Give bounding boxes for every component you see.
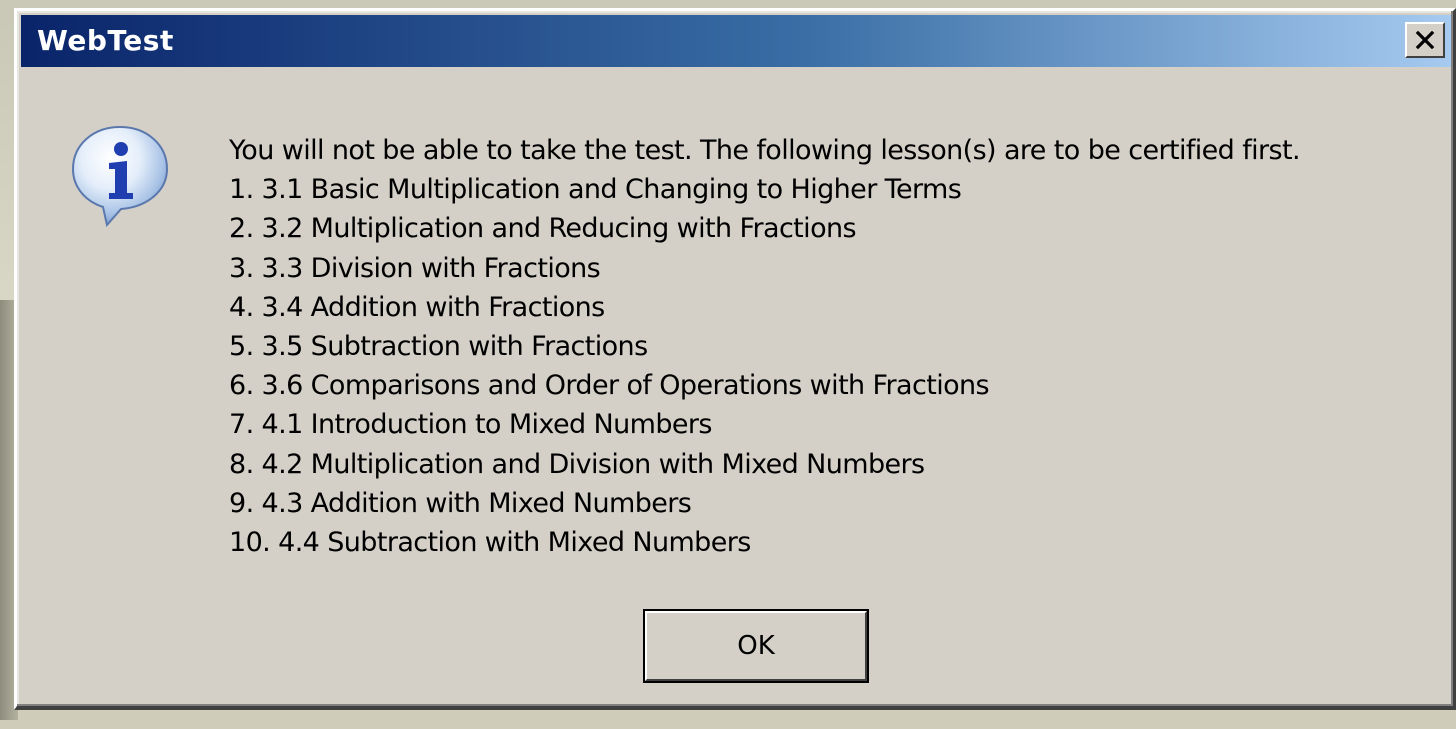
title-bar[interactable]: WebTest: [21, 15, 1451, 67]
ok-button[interactable]: OK: [643, 609, 869, 683]
info-icon: [71, 125, 169, 228]
lesson-item: 5. 3.5 Subtraction with Fractions: [229, 331, 648, 363]
lesson-item: 6. 3.6 Comparisons and Order of Operatio…: [229, 370, 990, 402]
lesson-item: 1. 3.1 Basic Multiplication and Changing…: [229, 174, 962, 206]
lesson-item: 10. 4.4 Subtraction with Mixed Numbers: [229, 527, 751, 559]
lesson-item: 3. 3.3 Division with Fractions: [229, 252, 601, 284]
lesson-item: 4. 3.4 Addition with Fractions: [229, 291, 605, 323]
lesson-item: 9. 4.3 Addition with Mixed Numbers: [229, 487, 692, 519]
message-dialog: WebTest You will not be able to take the…: [14, 8, 1456, 710]
window-title: WebTest: [37, 24, 174, 57]
close-button[interactable]: [1405, 22, 1445, 58]
message-intro: You will not be able to take the test. T…: [229, 135, 1301, 166]
message-text: You will not be able to take the test. T…: [229, 131, 1301, 562]
lesson-item: 8. 4.2 Multiplication and Division with …: [229, 448, 925, 480]
lesson-item: 7. 4.1 Introduction to Mixed Numbers: [229, 409, 712, 441]
ok-button-label: OK: [645, 611, 867, 681]
lesson-item: 2. 3.2 Multiplication and Reducing with …: [229, 213, 857, 245]
close-icon: [1415, 31, 1435, 49]
